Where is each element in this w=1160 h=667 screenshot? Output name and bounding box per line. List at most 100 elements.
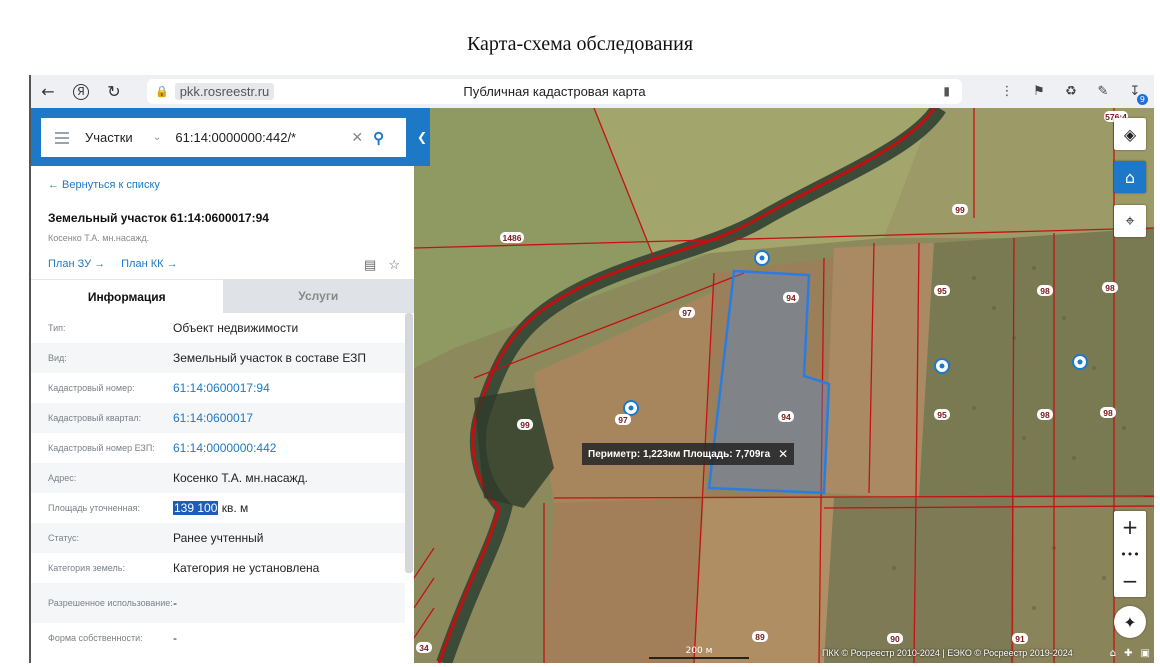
row-value: Косенко Т.А. мн.насажд. [173, 471, 308, 485]
plot-label: 1486 [503, 233, 522, 243]
tab-services[interactable]: Услуги [222, 279, 414, 313]
zoom-out-button[interactable]: − [1114, 565, 1146, 597]
screen-small-icon[interactable]: ▣ [1141, 648, 1150, 659]
bookmark-icon[interactable]: ▮ [943, 84, 950, 98]
document-check-icon[interactable]: ✎ [1092, 81, 1114, 103]
compass-icon[interactable]: ✦ [1114, 606, 1146, 638]
table-row: Форма собственности: - [31, 623, 405, 653]
row-label: Адрес: [48, 472, 77, 483]
url-text[interactable]: pkk.rosreestr.ru [174, 83, 275, 100]
measurement-popup: Периметр: 1,223км Площадь: 7,709га ✕ [582, 443, 795, 465]
plot-label: 98 [1105, 283, 1115, 293]
row-value: - [173, 631, 177, 645]
table-row: Кадастровый номер ЕЗП: 61:14:0000000:442 [31, 433, 405, 463]
plot-label: 97 [618, 415, 628, 425]
table-row: Статус: Ранее учтенный [31, 523, 405, 553]
scale-bar: 200 м [649, 646, 749, 659]
row-value: Объект недвижимости [173, 321, 299, 335]
ezp-number-link[interactable]: 61:14:0000000:442 [173, 441, 276, 455]
tab-info[interactable]: Информация [31, 279, 223, 313]
layers-icon[interactable]: ◈ [1114, 118, 1146, 150]
back-to-list-link[interactable]: ← Вернуться к списку [48, 179, 160, 191]
table-row: Кадастровый номер: 61:14:0600017:94 [31, 373, 405, 403]
plot-label: 91 [1015, 634, 1025, 644]
zoom-more-icon[interactable]: ••• [1114, 543, 1146, 565]
row-label: Статус: [48, 532, 79, 543]
cadastral-quarter-link[interactable]: 61:14:0600017 [173, 411, 253, 425]
chevron-down-icon[interactable]: ⌄ [153, 132, 161, 143]
pin-small-icon[interactable]: ✚ [1124, 648, 1132, 659]
row-value: - [173, 596, 177, 610]
table-row: Кадастровый квартал: 61:14:0600017 [31, 403, 405, 433]
plot-label: 99 [955, 205, 965, 215]
menu-dots-icon[interactable]: ⋮ [996, 81, 1018, 103]
attributes-table: Тип: Объект недвижимости Вид: Земельный … [31, 313, 405, 653]
info-panel: Участки ⌄ ✕ ⚲ ← Вернуться к списку Земел… [31, 108, 414, 663]
row-label: Площадь уточненная: [48, 502, 140, 513]
table-row: Вид: Земельный участок в составе ЕЗП [31, 343, 405, 373]
puzzle-icon[interactable]: ♻ [1060, 81, 1082, 103]
locate-icon[interactable]: ⌖ [1114, 205, 1146, 237]
search-icon[interactable]: ⚲ [373, 129, 384, 147]
table-row: Адрес: Косенко Т.А. мн.насажд. [31, 463, 405, 493]
browser-screenshot: ← Я ↻ 🔒 pkk.rosreestr.ru Публичная кадас… [29, 75, 1154, 663]
row-label: Кадастровый номер: [48, 382, 135, 393]
plot-label: 94 [786, 293, 796, 303]
star-icon[interactable]: ☆ [388, 257, 400, 273]
zoom-control: + ••• − [1114, 511, 1146, 597]
plot-label: 34 [419, 643, 429, 653]
row-label: Кадастровый номер ЕЗП: [48, 442, 155, 453]
plot-label: 94 [781, 412, 791, 422]
measurement-text: Периметр: 1,223км Площадь: 7,709га [588, 448, 771, 460]
cadastral-number-link[interactable]: 61:14:0600017:94 [173, 381, 270, 395]
hamburger-icon[interactable] [55, 131, 69, 144]
collapse-panel-button[interactable]: ❮ [414, 108, 430, 166]
download-icon[interactable]: ↧ 9 [1124, 81, 1148, 105]
reload-icon[interactable]: ↻ [101, 79, 127, 105]
satellite-map[interactable]: 1486 99 97 94 94 97 99 95 95 98 98 98 98… [413, 103, 1154, 663]
panel-scrollbar[interactable] [405, 313, 413, 573]
extension-icon[interactable]: ⚑ [1028, 81, 1050, 103]
close-icon[interactable]: ✕ [778, 447, 788, 461]
plan-zu-link[interactable]: План ЗУ → [48, 258, 105, 270]
plot-label: 95 [937, 286, 947, 296]
plot-label: 98 [1103, 408, 1113, 418]
selected-area-number: 139 100 [173, 501, 219, 515]
row-label: Тип: [48, 322, 66, 333]
search-band: Участки ⌄ ✕ ⚲ [31, 108, 414, 166]
home-small-icon[interactable]: ⌂ [1110, 648, 1116, 659]
search-input[interactable] [173, 129, 338, 146]
map-view[interactable]: 1486 99 97 94 94 97 99 95 95 98 98 98 98… [413, 103, 1154, 663]
row-label: Вид: [48, 352, 67, 363]
plan-kk-link[interactable]: План КК → [121, 258, 177, 270]
plot-label: 89 [755, 632, 765, 642]
table-row: Площадь уточненная: 139 100 кв. м [31, 493, 405, 523]
parcel-title: Земельный участок 61:14:0600017:94 [48, 211, 269, 225]
row-value: Ранее учтенный [173, 531, 264, 545]
home-icon[interactable]: ⌂ [1114, 161, 1146, 193]
panel-tabs: Информация Услуги [31, 279, 414, 313]
document-title: Карта-схема обследования [466, 33, 694, 55]
table-row: Тип: Объект недвижимости [31, 313, 405, 343]
plot-label: 97 [682, 308, 692, 318]
yandex-icon[interactable]: Я [73, 83, 89, 100]
address-bar[interactable]: 🔒 pkk.rosreestr.ru Публичная кадастровая… [147, 79, 962, 104]
row-label: Кадастровый квартал: [48, 412, 142, 423]
search-category-select[interactable]: Участки [85, 130, 147, 145]
area-unit: кв. м [218, 501, 249, 515]
plot-label: 98 [1040, 410, 1050, 420]
zoom-in-button[interactable]: + [1114, 511, 1146, 543]
area-value: 139 100 кв. м [173, 501, 248, 515]
parcel-owner: Косенко Т.А. мн.насажд. [48, 233, 150, 243]
table-row: Разрешенное использование: - [31, 583, 405, 623]
plot-label: 95 [937, 410, 947, 420]
close-icon[interactable]: ✕ [351, 129, 363, 146]
row-label: Форма собственности: [48, 632, 143, 643]
zoom-to-parcel-icon[interactable]: ▤ [364, 257, 376, 273]
lock-icon: 🔒 [155, 85, 169, 98]
row-value: Категория не установлена [173, 561, 320, 575]
search-box: Участки ⌄ ✕ ⚲ [41, 118, 406, 157]
plot-label: 90 [890, 634, 900, 644]
row-label: Разрешенное использование: [48, 597, 173, 608]
back-arrow-icon[interactable]: ← [35, 79, 61, 105]
